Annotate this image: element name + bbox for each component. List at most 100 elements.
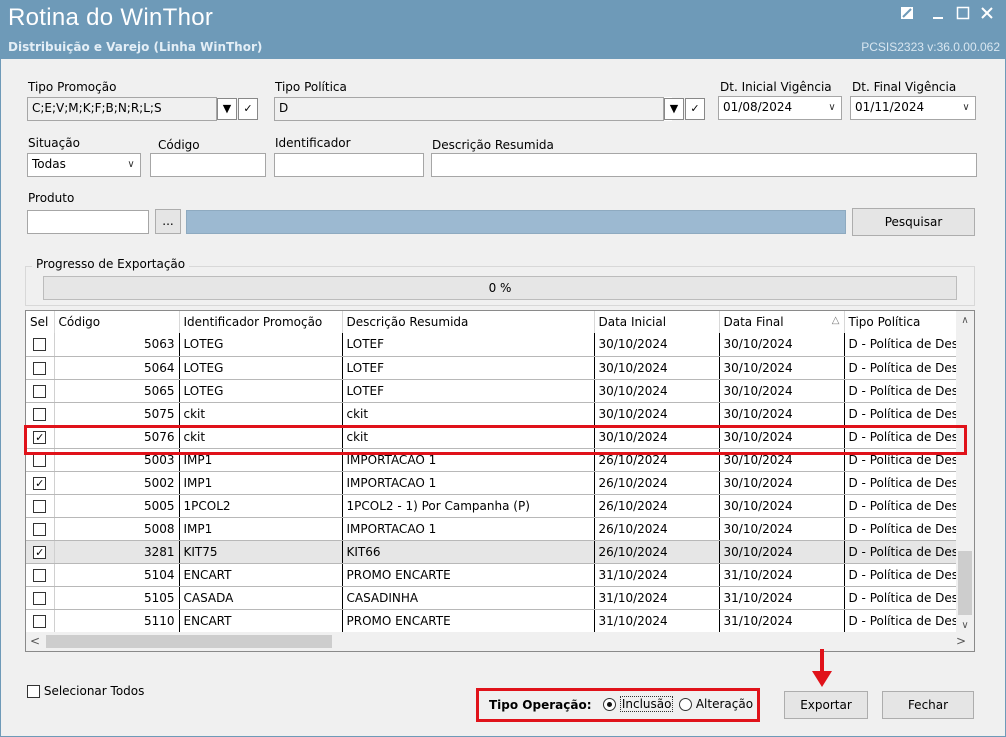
table-row[interactable]: 5063 LOTEG LOTEF 30/10/2024 30/10/2024 D - Po… [26, 333, 957, 357]
cell-dtini: 30/10/2024 [594, 333, 720, 357]
checkbox-icon[interactable] [33, 361, 47, 375]
codigo-input[interactable] [150, 153, 266, 177]
cell-tipo: D - Política de Desc [844, 586, 957, 610]
codigo-label: Código [158, 138, 200, 152]
table-row[interactable]: ✓ 3281 KIT75 KIT66 26/10/2024 30/10/2024 D - P… [26, 540, 957, 564]
dt-final-picker[interactable]: 01/11/2024 ∨ [850, 96, 976, 120]
column-header[interactable]: Código [54, 311, 180, 333]
row-select-cell[interactable] [26, 402, 55, 426]
cell-dtini: 31/10/2024 [594, 609, 720, 633]
row-select-cell[interactable] [26, 563, 55, 587]
cell-desc: PROMO ENCARTE [342, 609, 595, 633]
checkbox-icon[interactable] [33, 453, 47, 467]
checkbox-icon[interactable] [33, 499, 47, 513]
selecionar-todos-checkbox[interactable]: Selecionar Todos [27, 684, 144, 698]
cell-dtfim: 31/10/2024 [719, 609, 845, 633]
inclusao-radio[interactable]: Inclusão [603, 696, 674, 712]
cell-tipo: D - Política de Desc [844, 540, 957, 564]
situacao-label: Situação [28, 136, 80, 150]
row-select-cell[interactable] [26, 517, 55, 541]
chevron-down-icon: ∨ [962, 102, 970, 113]
tipo-politica-dropdown-icon[interactable]: ▼ [664, 98, 684, 120]
column-header[interactable]: Data Final △ [719, 311, 845, 333]
row-select-cell[interactable] [26, 356, 55, 380]
situacao-select[interactable]: Todas ∨ [27, 153, 141, 177]
table-row[interactable]: 5105 CASADA CASADINHA 31/10/2024 31/10/2024 D… [26, 586, 957, 610]
cell-ident: ckit [179, 402, 343, 426]
descricao-input[interactable] [431, 153, 977, 177]
tipo-politica-field[interactable]: D [274, 97, 664, 121]
tipo-promocao-check-icon[interactable]: ✓ [238, 98, 258, 120]
cell-codigo: 5104 [54, 563, 180, 587]
table-row[interactable]: 5008 IMP1 IMPORTACAO 1 26/10/2024 30/10/2024… [26, 517, 957, 541]
dt-inicial-picker[interactable]: 01/08/2024 ∨ [718, 96, 842, 120]
checkbox-icon[interactable] [33, 407, 47, 421]
row-select-cell[interactable] [26, 379, 55, 403]
maximize-icon[interactable] [950, 4, 976, 26]
checkbox-checked-icon[interactable]: ✓ [33, 545, 47, 559]
checkbox-icon[interactable] [33, 568, 47, 582]
cell-desc: LOTEF [342, 356, 595, 380]
scroll-right-icon[interactable]: > [956, 634, 966, 648]
checkbox-icon[interactable] [33, 384, 47, 398]
column-header[interactable]: Sel [26, 311, 55, 333]
hscrollbar-thumb[interactable] [46, 635, 332, 648]
produto-browse-button[interactable]: ... [155, 209, 181, 234]
tipo-operacao-group: Tipo Operação: Inclusão Alteração [476, 688, 760, 722]
cell-dtfim: 30/10/2024 [719, 517, 845, 541]
minimize-icon[interactable] [925, 4, 951, 26]
dt-inicial-label: Dt. Inicial Vigência [720, 80, 832, 94]
identificador-input[interactable] [274, 153, 424, 177]
cell-ident: ENCART [179, 609, 343, 633]
alteracao-radio[interactable]: Alteração [679, 697, 753, 711]
cell-ident: 1PCOL2 [179, 494, 343, 518]
cell-tipo: D - Política de Desc [844, 333, 957, 357]
produto-input[interactable] [27, 210, 149, 234]
table-row[interactable]: 5104 ENCART PROMO ENCARTE 31/10/2024 31/10/2… [26, 563, 957, 587]
row-select-cell[interactable] [26, 586, 55, 610]
column-header[interactable]: Tipo Política [844, 311, 957, 333]
scroll-left-icon[interactable]: < [30, 634, 40, 648]
close-icon[interactable] [974, 4, 1000, 26]
table-row[interactable]: 5064 LOTEG LOTEF 30/10/2024 30/10/2024 D - Po… [26, 356, 957, 380]
row-select-cell[interactable] [26, 609, 55, 633]
row-select-cell[interactable]: ✓ [26, 471, 55, 495]
situacao-value: Todas [32, 157, 66, 171]
checkbox-icon[interactable] [33, 338, 47, 352]
row-select-cell[interactable] [26, 494, 55, 518]
column-header[interactable]: Data Inicial [594, 311, 720, 333]
scrollbar-thumb[interactable] [958, 551, 972, 615]
checkbox-checked-icon[interactable]: ✓ [33, 476, 47, 490]
cell-desc: PROMO ENCARTE [342, 563, 595, 587]
tipo-promocao-field[interactable]: C;E;V;M;K;F;B;N;R;L;S [27, 97, 217, 121]
cell-dtfim: 30/10/2024 [719, 471, 845, 495]
vertical-scrollbar[interactable]: ∧ ∨ [956, 311, 974, 633]
scroll-down-icon[interactable]: ∨ [956, 620, 974, 631]
row-select-cell[interactable] [26, 333, 55, 357]
fechar-button[interactable]: Fechar [882, 691, 974, 719]
tipo-politica-check-icon[interactable]: ✓ [685, 98, 705, 120]
checkbox-icon [27, 685, 40, 698]
produto-label: Produto [28, 191, 75, 205]
column-header[interactable]: Identificador Promoção [179, 311, 343, 333]
cell-desc: IMPORTACAO 1 [342, 471, 595, 495]
checkbox-icon[interactable] [33, 614, 47, 628]
column-header[interactable]: Descrição Resumida [342, 311, 595, 333]
exportar-button[interactable]: Exportar [784, 691, 868, 719]
checkbox-icon[interactable] [33, 591, 47, 605]
pin-icon[interactable] [894, 4, 920, 26]
cell-dtini: 26/10/2024 [594, 540, 720, 564]
pesquisar-button[interactable]: Pesquisar [852, 208, 975, 236]
row-select-cell[interactable]: ✓ [26, 540, 55, 564]
table-row[interactable]: 5065 LOTEG LOTEF 30/10/2024 30/10/2024 D - Po… [26, 379, 957, 403]
cell-codigo: 5105 [54, 586, 180, 610]
checkbox-icon[interactable] [33, 522, 47, 536]
cell-tipo: D - Política de Desc [844, 402, 957, 426]
scroll-up-icon[interactable]: ∧ [956, 311, 974, 326]
table-row[interactable]: 5005 1PCOL2 1PCOL2 - 1) Por Campanha (P) 26… [26, 494, 957, 518]
table-row[interactable]: 5110 ENCART PROMO ENCARTE 31/10/2024 31/10/2… [26, 609, 957, 633]
tipo-promocao-dropdown-icon[interactable]: ▼ [217, 98, 237, 120]
cell-ident: LOTEG [179, 356, 343, 380]
table-row[interactable]: ✓ 5002 IMP1 IMPORTACAO 1 26/10/2024 30/10/202… [26, 471, 957, 495]
table-row[interactable]: 5075 ckit ckit 30/10/2024 30/10/2024 D - Polí… [26, 402, 957, 426]
